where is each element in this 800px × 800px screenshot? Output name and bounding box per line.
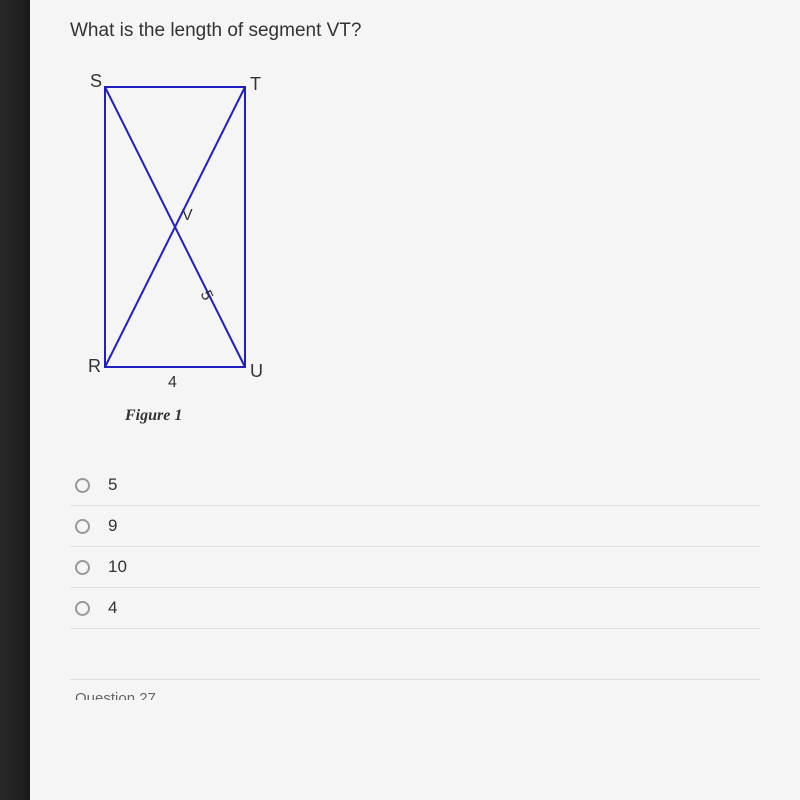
answer-option-4[interactable]: 4 [70, 588, 760, 629]
figure-1: S T R U V 4 5 Figure 1 [80, 72, 760, 425]
label-bottom-4: 4 [168, 374, 177, 391]
label-s: S [90, 72, 102, 91]
answer-option-2[interactable]: 9 [70, 506, 760, 547]
answer-label: 9 [108, 516, 117, 536]
answer-label: 10 [108, 557, 127, 577]
radio-icon [75, 519, 90, 534]
answer-option-1[interactable]: 5 [70, 465, 760, 506]
quiz-screen: What is the length of segment VT? S T R … [30, 0, 800, 800]
radio-icon [75, 601, 90, 616]
label-v: V [182, 207, 193, 224]
answer-label: 5 [108, 475, 117, 495]
radio-icon [75, 560, 90, 575]
next-question-header: Question 27 [70, 679, 760, 700]
answer-list: 5 9 10 4 [70, 465, 760, 629]
label-t: T [250, 74, 261, 94]
answer-option-3[interactable]: 10 [70, 547, 760, 588]
question-prompt: What is the length of segment VT? [70, 20, 760, 42]
figure-caption: Figure 1 [125, 407, 760, 425]
rectangle-diagram: S T R U V 4 5 [80, 72, 280, 402]
radio-icon [75, 478, 90, 493]
label-u: U [250, 361, 263, 381]
label-r: R [88, 356, 101, 376]
answer-label: 4 [108, 598, 117, 618]
